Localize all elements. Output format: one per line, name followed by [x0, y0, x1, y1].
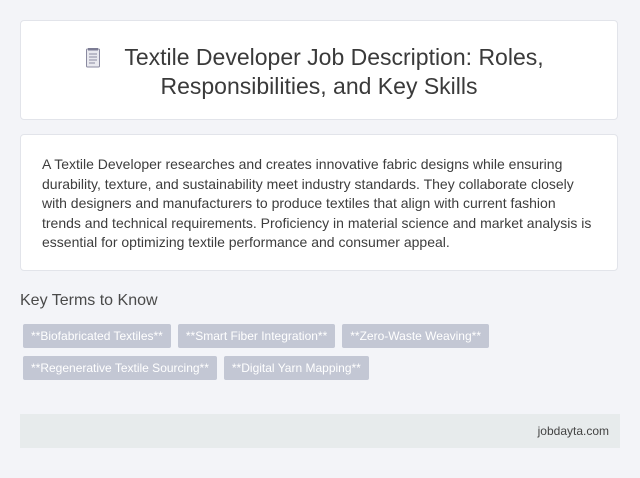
description-card: A Textile Developer researches and creat… — [20, 134, 618, 271]
page-title-line-1: Textile Developer Job Description: Roles… — [124, 44, 544, 70]
title-card: Textile Developer Job Description: Roles… — [20, 20, 618, 120]
job-description-text: A Textile Developer researches and creat… — [42, 156, 592, 250]
page-title: Textile Developer Job Description: Roles… — [21, 43, 617, 101]
key-term-chip[interactable]: **Digital Yarn Mapping** — [223, 356, 369, 380]
key-term-chip[interactable]: **Regenerative Textile Sourcing** — [23, 356, 217, 380]
key-term-chip[interactable]: **Biofabricated Textiles** — [23, 324, 171, 348]
key-terms-heading: Key Terms to Know — [20, 292, 158, 309]
key-term-chip[interactable]: **Smart Fiber Integration** — [177, 324, 336, 348]
footer: jobdayta.com — [20, 414, 620, 448]
page-title-line-2: Responsibilities, and Key Skills — [160, 73, 478, 99]
key-term-chip[interactable]: **Zero-Waste Weaving** — [342, 324, 489, 348]
key-terms-list: **Biofabricated Textiles** **Smart Fiber… — [23, 324, 503, 388]
footer-site-link[interactable]: jobdayta.com — [538, 424, 609, 438]
